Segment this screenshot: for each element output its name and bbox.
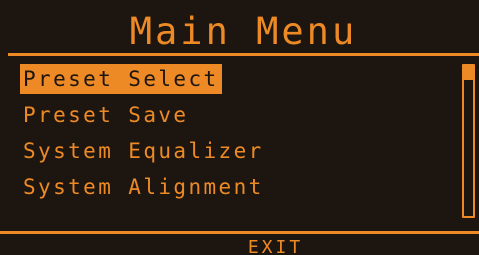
menu-item-preset-select[interactable]: Preset Select	[20, 64, 222, 94]
exit-button[interactable]: EXIT	[36, 237, 479, 255]
menu-item-system-alignment[interactable]: System Alignment	[20, 172, 267, 202]
menu-scrollbar[interactable]	[462, 64, 475, 218]
title-bar: Main Menu	[0, 10, 479, 54]
menu-item-preset-save[interactable]: Preset Save	[20, 100, 191, 130]
page-title: Main Menu	[129, 10, 358, 53]
scrollbar-thumb[interactable]	[464, 66, 473, 80]
footer-divider	[0, 231, 479, 234]
title-divider	[8, 53, 479, 56]
menu-item-system-equalizer[interactable]: System Equalizer	[20, 136, 267, 166]
lcd-screen: Main Menu Preset Select Preset Save Syst…	[0, 0, 479, 255]
